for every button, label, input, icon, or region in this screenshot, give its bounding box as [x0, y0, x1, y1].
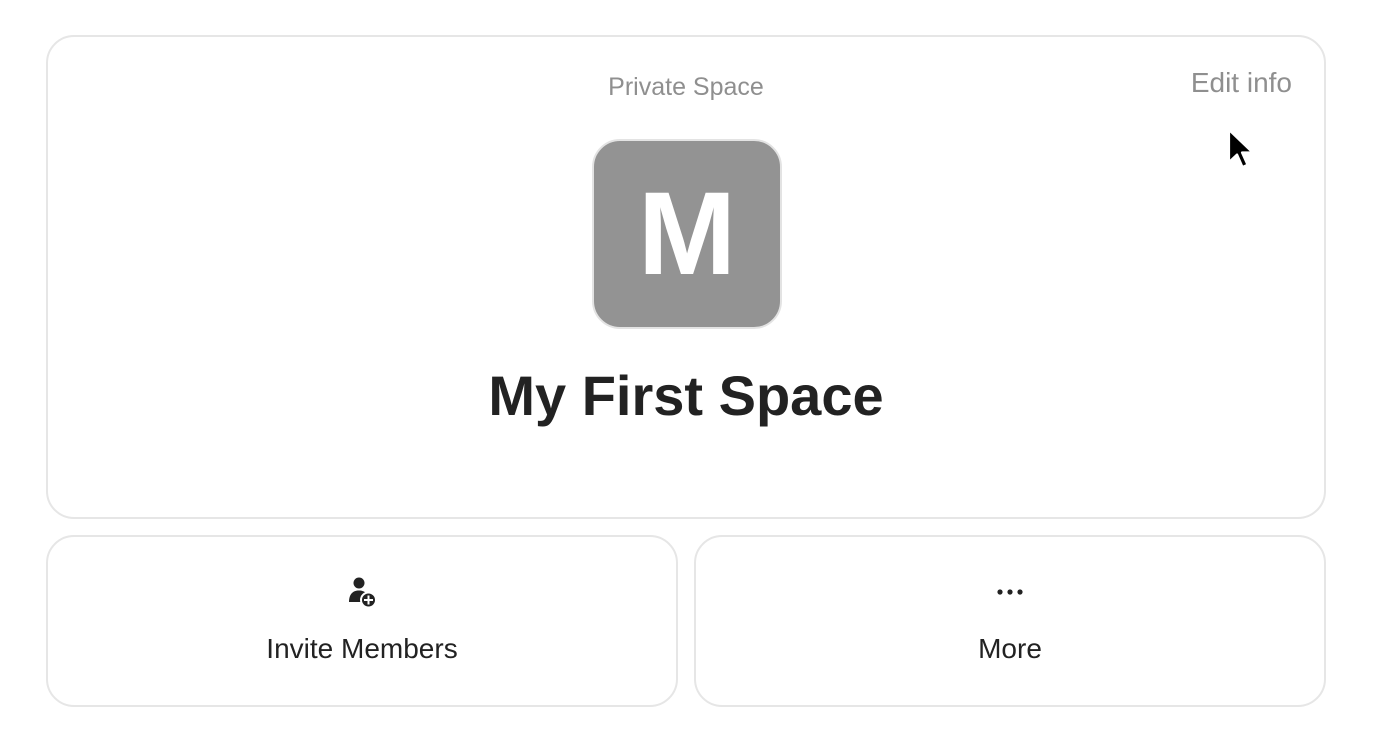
more-label: More — [978, 633, 1042, 664]
invite-members-label: Invite Members — [266, 633, 458, 664]
avatar-letter: M — [637, 168, 737, 300]
user-plus-icon — [349, 577, 377, 609]
ellipsis-icon — [997, 589, 1023, 595]
space-type-label: Private Space — [608, 73, 764, 101]
invite-members-button[interactable]: Invite Members — [46, 535, 678, 707]
edit-info-button[interactable]: Edit info — [1191, 67, 1292, 99]
space-avatar: M — [592, 139, 782, 329]
space-info-card: Private Space Edit info M My First Space — [46, 35, 1326, 519]
more-button[interactable]: More — [694, 535, 1326, 707]
space-name-title: My First Space — [488, 364, 884, 427]
